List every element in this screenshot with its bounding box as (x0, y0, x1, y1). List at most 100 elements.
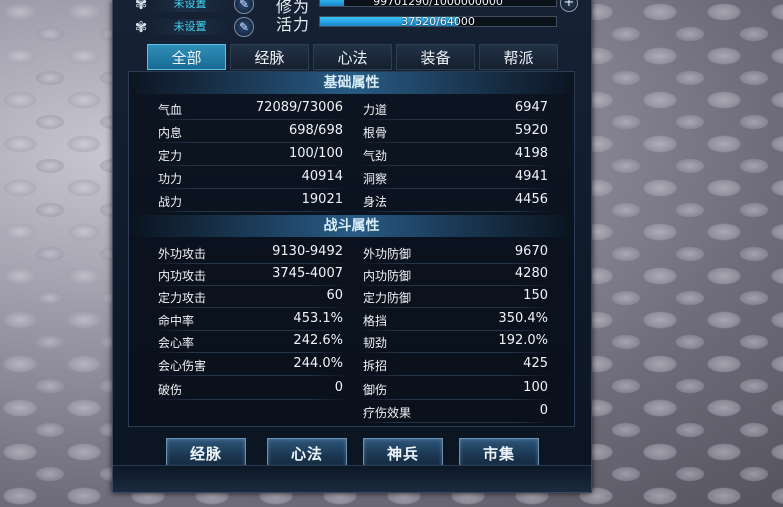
mental-method-button[interactable]: 心法 (267, 438, 347, 468)
table-row: 内息 698/698 (154, 121, 347, 143)
attr-label: 会心伤害 (158, 359, 207, 373)
attr-label: 破伤 (158, 383, 183, 397)
table-row: 内功攻击 3745-4007 (154, 264, 347, 286)
table-row: 定力防御 150 (359, 286, 552, 308)
attr-value: 60 (326, 288, 343, 303)
flower-icon: ✾ (134, 0, 148, 13)
attr-label: 根骨 (363, 126, 388, 140)
edit-slot-1-button[interactable]: ✎ (234, 0, 254, 14)
table-row: 身法 4456 (359, 190, 552, 212)
table-row: 气劲 4198 (359, 144, 552, 166)
attr-value: 9130-9492 (272, 244, 343, 259)
combat-attributes-title: 战斗属性 (129, 215, 574, 237)
attr-label: 会心率 (158, 336, 195, 350)
table-row: 会心率 242.6% (154, 331, 347, 353)
attr-value: 9670 (514, 244, 548, 259)
attr-value: 242.6% (293, 333, 343, 348)
attr-value: 698/698 (288, 123, 343, 138)
attr-value: 100/100 (288, 146, 343, 161)
table-row: 外功防御 9670 (359, 242, 552, 264)
divine-weapon-button[interactable]: 神兵 (363, 438, 443, 468)
attr-value: 19021 (301, 192, 343, 207)
tab-meridian[interactable]: 经脉 (230, 44, 309, 70)
attr-label: 定力防御 (363, 291, 412, 305)
attr-label: 洞察 (363, 172, 388, 186)
slot-label-1: 未设置 (149, 0, 231, 12)
attr-label: 格挡 (363, 314, 388, 328)
attr-value: 453.1% (293, 311, 343, 326)
attr-value: 0 (539, 403, 548, 418)
table-row: 韧劲 192.0% (359, 331, 552, 353)
attr-label: 疗伤效果 (363, 406, 412, 420)
attr-value: 4198 (514, 146, 548, 161)
cultivation-bar: 99701290/1000000000 (319, 0, 557, 8)
attr-value: 425 (523, 356, 548, 371)
attr-label: 命中率 (158, 314, 195, 328)
attr-value: 244.0% (293, 356, 343, 371)
attribute-content: 基础属性 气血 72089/73006 内息 698/698 定力 100/100 功… (128, 71, 575, 427)
attr-value: 72089/73006 (255, 100, 343, 115)
attr-value: 100 (523, 380, 548, 395)
table-row: 定力攻击 60 (154, 286, 347, 308)
attr-label: 外功防御 (363, 247, 412, 261)
slot-label-2: 未设置 (149, 19, 231, 35)
attr-value: 4456 (514, 192, 548, 207)
attr-label: 身法 (363, 195, 388, 209)
table-row: 命中率 453.1% (154, 309, 347, 331)
vitality-bar: 37520/64000 (319, 15, 557, 28)
attr-label: 拆招 (363, 359, 388, 373)
attr-value: 350.4% (498, 311, 548, 326)
attribute-tabs: 全部 经脉 心法 装备 帮派 (147, 44, 558, 70)
market-button[interactable]: 市集 (459, 438, 539, 468)
attr-label: 外功攻击 (158, 247, 207, 261)
attr-label: 内功防御 (363, 269, 412, 283)
meridian-button[interactable]: 经脉 (166, 438, 246, 468)
table-row: 洞察 4941 (359, 167, 552, 189)
tab-guild[interactable]: 帮派 (479, 44, 558, 70)
table-row: 定力 100/100 (154, 144, 347, 166)
attr-label: 韧劲 (363, 336, 388, 350)
attr-label: 内功攻击 (158, 269, 207, 283)
attr-label: 定力 (158, 149, 183, 163)
attr-value: 0 (334, 380, 343, 395)
tab-all[interactable]: 全部 (147, 44, 226, 70)
attr-value: 6947 (514, 100, 548, 115)
tab-equipment[interactable]: 装备 (396, 44, 475, 70)
table-row: 疗伤效果 0 (359, 401, 552, 423)
tab-mental-method[interactable]: 心法 (313, 44, 392, 70)
attr-label: 气血 (158, 103, 183, 117)
table-row: 御伤 100 (359, 378, 552, 400)
table-row: 外功攻击 9130-9492 (154, 242, 347, 264)
attr-label: 功力 (158, 172, 183, 186)
panel-bottom-frame (113, 465, 591, 492)
table-row: 会心伤害 244.0% (154, 354, 347, 376)
table-row: 力道 6947 (359, 98, 552, 120)
attr-label: 气劲 (363, 149, 388, 163)
table-row: 内功防御 4280 (359, 264, 552, 286)
flower-icon: ✾ (134, 18, 148, 36)
table-row: 根骨 5920 (359, 121, 552, 143)
attr-value: 192.0% (498, 333, 548, 348)
basic-attributes-title: 基础属性 (129, 72, 574, 94)
vitality-value: 37520/64000 (401, 15, 475, 28)
attr-value: 40914 (301, 169, 343, 184)
attr-label: 战力 (158, 195, 183, 209)
character-attributes-panel: ✾ 未设置 ✎ ✾ 未设置 ✎ 修为 99701290/1000000000 +… (112, 0, 592, 493)
attr-label: 力道 (363, 103, 388, 117)
vitality-label: 活力 (276, 15, 311, 34)
table-row: 格挡 350.4% (359, 309, 552, 331)
attr-label: 御伤 (363, 383, 388, 397)
attr-value: 4280 (514, 266, 548, 281)
edit-slot-2-button[interactable]: ✎ (234, 17, 254, 37)
attr-value: 3745-4007 (272, 266, 343, 281)
table-row: 战力 19021 (154, 190, 347, 212)
cultivation-value: 99701290/1000000000 (373, 0, 503, 8)
attr-label: 内息 (158, 126, 183, 140)
attr-value: 4941 (514, 169, 548, 184)
table-row: 功力 40914 (154, 167, 347, 189)
attr-value: 5920 (514, 123, 548, 138)
attr-label: 定力攻击 (158, 291, 207, 305)
table-row: 气血 72089/73006 (154, 98, 347, 120)
attr-value: 150 (523, 288, 548, 303)
table-row: 拆招 425 (359, 354, 552, 376)
